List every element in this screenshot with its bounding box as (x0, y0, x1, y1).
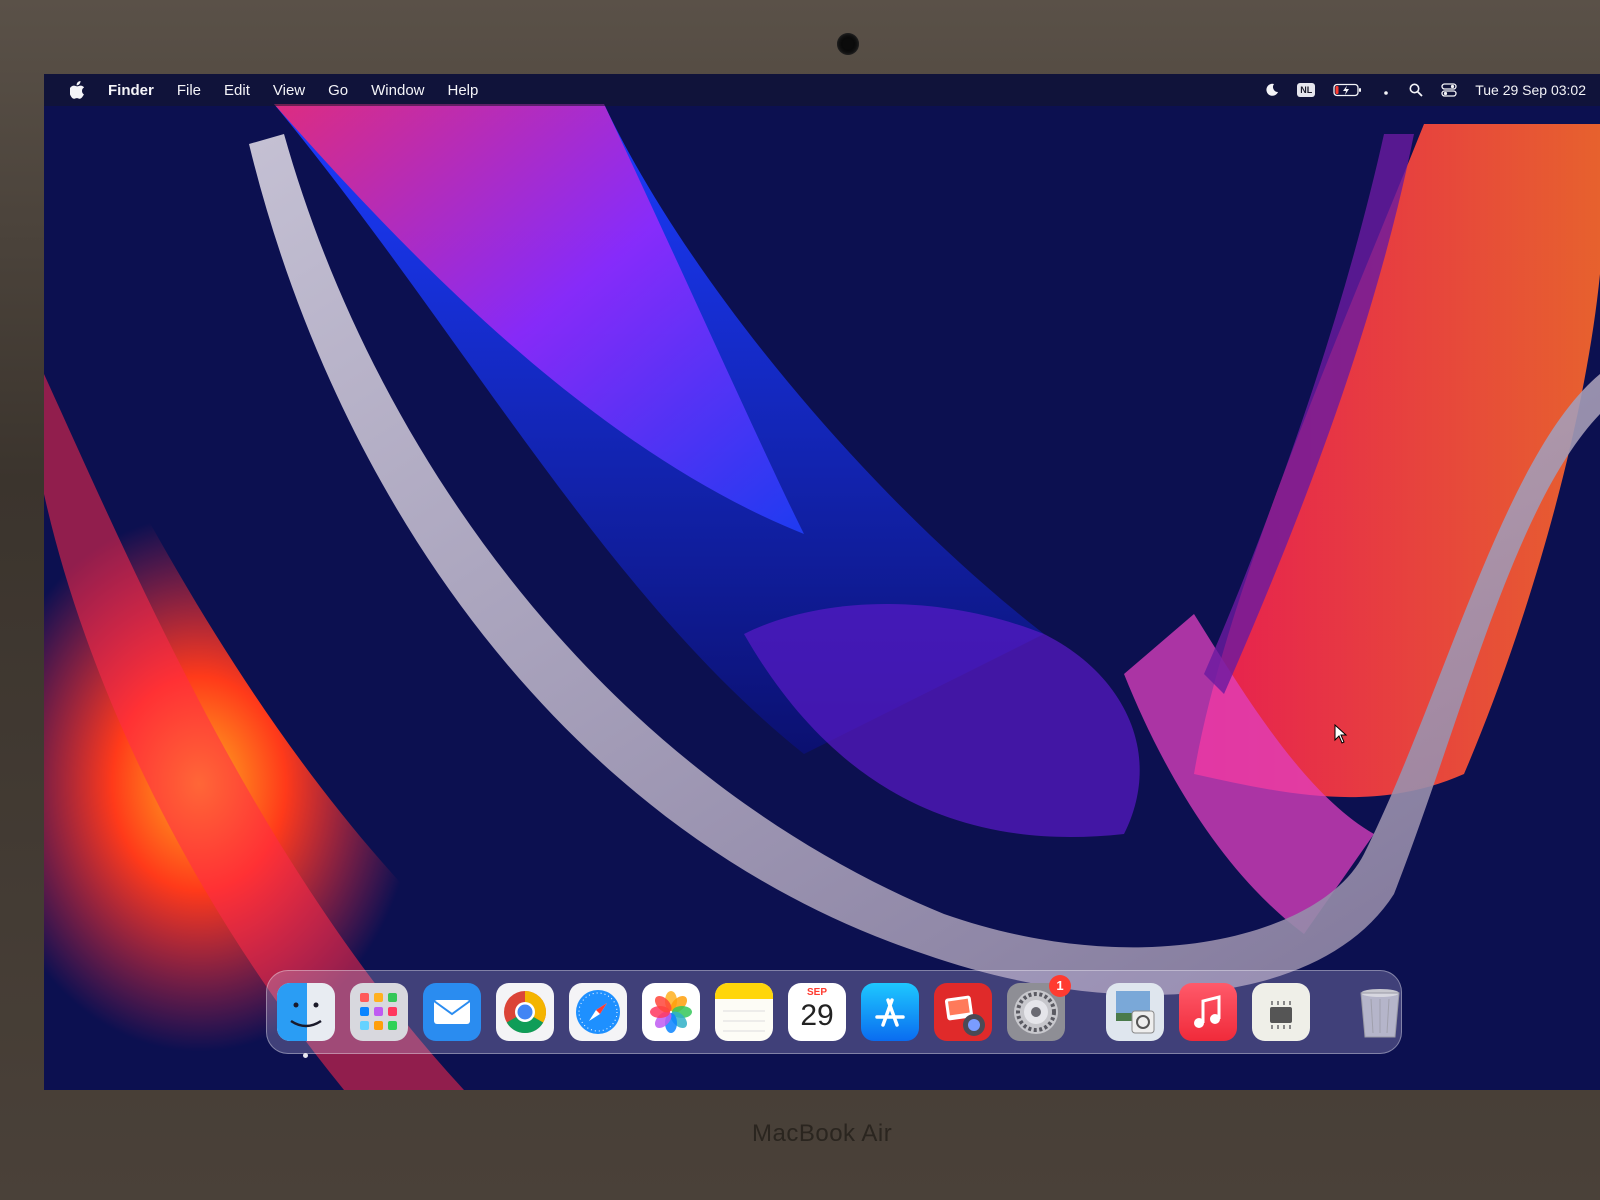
calendar-day: 29 (800, 999, 834, 1032)
wifi-dot-icon[interactable] (1381, 83, 1391, 97)
safari-icon[interactable] (569, 983, 627, 1041)
desktop-wallpaper (44, 74, 1600, 1090)
photos-icon[interactable] (642, 983, 700, 1041)
calendar-month: SEP (806, 987, 827, 998)
menu-edit[interactable]: Edit (224, 82, 250, 99)
dock: SEP 29 1 (266, 970, 1402, 1058)
mouse-cursor-icon (1334, 724, 1348, 744)
menu-bar: Finder File Edit View Go Window Help NL (44, 74, 1600, 106)
menu-window[interactable]: Window (371, 82, 424, 99)
chrome-icon[interactable] (496, 983, 554, 1041)
preview-icon[interactable] (1106, 983, 1164, 1041)
launchpad-icon[interactable] (350, 983, 408, 1041)
desktop-screen: Finder File Edit View Go Window Help NL (44, 74, 1600, 1090)
moon-icon[interactable] (1265, 83, 1279, 97)
mail-icon[interactable] (423, 983, 481, 1041)
battery-charging-icon[interactable] (1333, 83, 1363, 97)
music-icon[interactable] (1179, 983, 1237, 1041)
finder-icon[interactable] (277, 983, 335, 1058)
app-store-icon[interactable] (861, 983, 919, 1041)
settings-gear-icon[interactable]: 1 (1007, 975, 1071, 1041)
menu-file[interactable]: File (177, 82, 201, 99)
menu-go[interactable]: Go (328, 82, 348, 99)
system-info-icon[interactable] (1252, 983, 1310, 1041)
control-center-icon[interactable] (1441, 83, 1457, 97)
photo-booth-icon[interactable] (934, 983, 992, 1041)
device-label: MacBook Air (752, 1120, 893, 1147)
spotlight-search-icon[interactable] (1409, 83, 1423, 97)
menu-help[interactable]: Help (448, 82, 479, 99)
apple-logo-icon[interactable] (70, 81, 85, 99)
menu-app-name[interactable]: Finder (108, 82, 154, 99)
webcam (837, 33, 859, 55)
menu-view[interactable]: View (273, 82, 305, 99)
notes-icon[interactable] (715, 983, 773, 1041)
calendar-icon[interactable]: SEP 29 (788, 983, 846, 1041)
notification-badge: 1 (1049, 975, 1071, 997)
trash-icon[interactable] (1351, 983, 1409, 1041)
running-indicator (303, 1053, 308, 1058)
input-source-badge[interactable]: NL (1297, 83, 1316, 97)
menu-clock[interactable]: Tue 29 Sep 03:02 (1475, 82, 1586, 98)
